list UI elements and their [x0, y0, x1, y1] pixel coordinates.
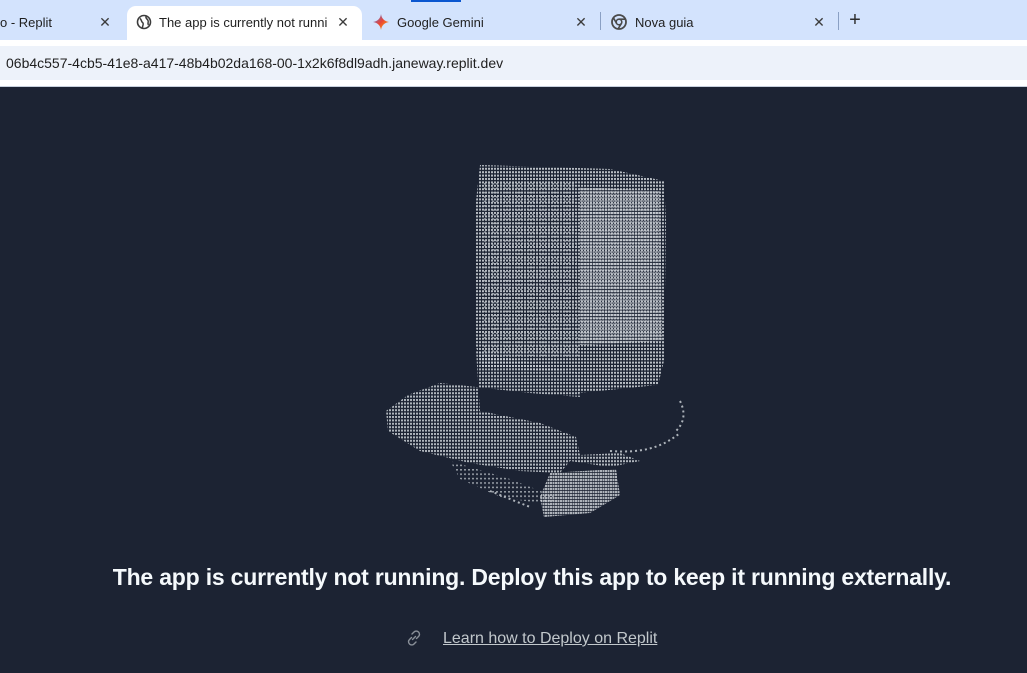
new-tab-button[interactable]: + [843, 8, 867, 32]
gemini-sparkle-icon [373, 14, 389, 30]
tab-label: o - Replit [0, 15, 53, 30]
tab-label: The app is currently not running [159, 15, 327, 30]
tab-separator [600, 12, 601, 30]
page-headline: The app is currently not running. Deploy… [112, 564, 952, 590]
tab-replit[interactable]: o - Replit ✕ [0, 6, 126, 40]
url-text[interactable]: 06b4c557-4cb5-41e8-a417-48b4b02da168-00-… [6, 55, 503, 71]
tab-label: Google Gemini [397, 15, 484, 30]
tab-strip: o - Replit ✕ The app is currently not ru… [0, 0, 1027, 40]
tab-separator [838, 12, 839, 30]
globe-icon [136, 14, 152, 30]
chrome-icon [611, 14, 627, 30]
tab-close-icon[interactable]: ✕ [808, 11, 830, 33]
tab-label: Nova guia [635, 15, 694, 30]
tab-close-icon[interactable]: ✕ [570, 11, 592, 33]
tab-strip-accent [411, 0, 461, 2]
page-content: The app is currently not running. Deploy… [0, 87, 1027, 673]
tab-close-icon[interactable]: ✕ [94, 11, 116, 33]
ascii-art-sneaker [386, 165, 685, 517]
tab-nova-guia[interactable]: Nova guia ✕ [602, 6, 838, 40]
tab-close-icon[interactable]: ✕ [332, 11, 354, 33]
link-label[interactable]: Learn how to Deploy on Replit [443, 630, 657, 648]
tab-app-not-running[interactable]: The app is currently not running ✕ [127, 6, 362, 40]
tab-google-gemini[interactable]: Google Gemini ✕ [364, 6, 600, 40]
link-icon [407, 630, 421, 646]
browser-toolbar: 06b4c557-4cb5-41e8-a417-48b4b02da168-00-… [0, 40, 1027, 86]
address-bar[interactable]: 06b4c557-4cb5-41e8-a417-48b4b02da168-00-… [0, 46, 1027, 80]
